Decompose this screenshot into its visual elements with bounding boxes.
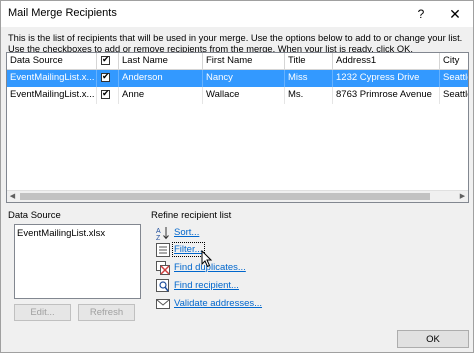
cell-city: Seattle (440, 87, 468, 104)
cell-address1: 8763 Primrose Avenue (333, 87, 440, 104)
close-button[interactable]: ✕ (445, 5, 465, 23)
scrollbar-thumb[interactable] (20, 193, 430, 200)
column-header-address1[interactable]: Address1 (333, 53, 440, 70)
select-all-checkbox[interactable] (101, 54, 110, 65)
column-header-first-name[interactable]: First Name (203, 53, 285, 70)
cell-title: Ms. (285, 87, 333, 104)
column-header-select-all[interactable] (97, 53, 119, 70)
window-title: Mail Merge Recipients (8, 7, 117, 19)
svg-text:A: A (156, 228, 161, 235)
column-header-data-source[interactable]: Data Source (7, 53, 97, 70)
data-source-label: Data Source (8, 210, 61, 221)
cell-first-name: Nancy (203, 70, 285, 87)
help-button[interactable]: ? (411, 5, 431, 23)
table-row[interactable]: EventMailingList.x... Anderson Nancy Mis… (7, 70, 468, 87)
cell-first-name: Wallace (203, 87, 285, 104)
data-source-list[interactable]: EventMailingList.xlsx (14, 224, 141, 299)
cell-address1: 1232 Cypress Drive (333, 70, 440, 87)
column-header-title[interactable]: Title (285, 53, 333, 70)
column-header-last-name[interactable]: Last Name (119, 53, 203, 70)
filter-link-label[interactable]: Filter... (172, 242, 205, 257)
ok-button[interactable]: OK (397, 330, 469, 348)
scroll-right-icon[interactable]: ▶ (457, 191, 468, 202)
edit-button[interactable]: Edit... (14, 304, 71, 321)
svg-text:Z: Z (156, 235, 161, 240)
include-checkbox[interactable] (101, 88, 110, 99)
title-bar: Mail Merge Recipients ? ✕ (1, 1, 473, 27)
cell-title: Miss (285, 70, 333, 87)
refresh-button[interactable]: Refresh (78, 304, 135, 321)
recipients-grid[interactable]: Data Source Last Name First Name Title A… (6, 52, 469, 203)
find-recipient-label[interactable]: Find recipient... (174, 280, 239, 291)
refine-label: Refine recipient list (151, 210, 232, 221)
cell-data-source: EventMailingList.x... (7, 87, 97, 104)
include-checkbox[interactable] (101, 71, 110, 82)
column-header-city[interactable]: City (440, 53, 468, 70)
grid-header: Data Source Last Name First Name Title A… (7, 53, 468, 70)
filter-icon (156, 243, 170, 257)
duplicates-icon (156, 261, 170, 275)
sort-link-label[interactable]: Sort... (174, 227, 199, 238)
cell-last-name: Anderson (119, 70, 203, 87)
find-recipient-icon (156, 279, 169, 292)
scroll-left-icon[interactable]: ◀ (7, 191, 18, 202)
cell-last-name: Anne (119, 87, 203, 104)
mail-merge-recipients-dialog: Mail Merge Recipients ? ✕ This is the li… (0, 0, 474, 353)
cell-city: Seattle (440, 70, 468, 87)
instruction-line-1: This is the list of recipients that will… (8, 33, 463, 43)
horizontal-scrollbar[interactable]: ◀ ▶ (7, 190, 468, 202)
table-row[interactable]: EventMailingList.x... Anne Wallace Ms. 8… (7, 87, 468, 104)
validate-addresses-label[interactable]: Validate addresses... (174, 298, 262, 309)
cell-data-source: EventMailingList.x... (7, 70, 97, 87)
cell-include[interactable] (97, 70, 119, 87)
list-item[interactable]: EventMailingList.xlsx (17, 228, 105, 239)
mouse-cursor-icon (201, 250, 213, 268)
cell-include[interactable] (97, 87, 119, 104)
sort-icon: A Z (156, 227, 169, 240)
validate-addresses-icon (156, 299, 170, 309)
